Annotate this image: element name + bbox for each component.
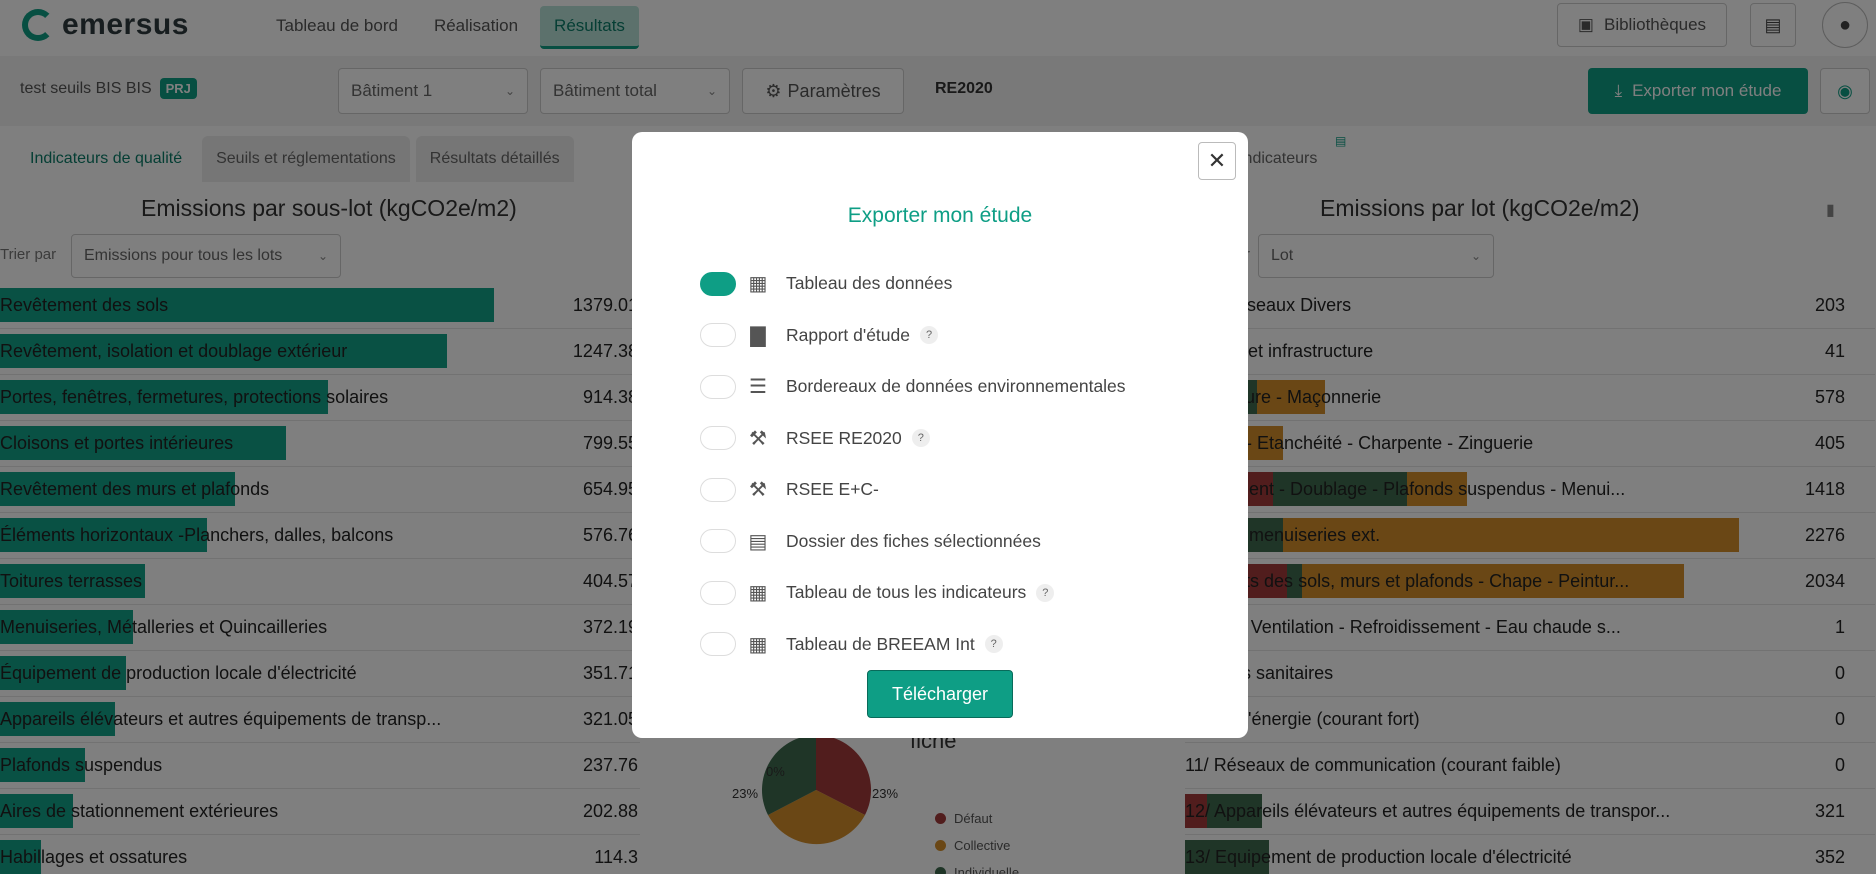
toggle-rsee-re2020[interactable]: [700, 426, 736, 451]
download-button[interactable]: Télécharger: [867, 670, 1013, 718]
option-label: Dossier des fiches sélectionnées: [786, 530, 1041, 551]
export-options: ▦ Tableau des données ▇ Rapport d'étude …: [700, 258, 1126, 670]
modal-title: Exporter mon étude: [847, 204, 1033, 227]
option-rsee-re2020: ⚒ RSEE RE2020 ?: [700, 413, 1126, 465]
grid-icon: ▦: [748, 582, 768, 605]
option-label: Bordereaux de données environnementales: [786, 376, 1126, 397]
option-rsee-ec: ⚒ RSEE E+C-: [700, 464, 1126, 516]
option-study-report: ▇ Rapport d'étude ?: [700, 310, 1126, 362]
folder-icon: ▤: [748, 530, 768, 553]
option-data-table: ▦ Tableau des données: [700, 258, 1126, 310]
list-icon: ☰: [749, 376, 767, 399]
gavel-icon: ⚒: [749, 427, 767, 450]
help-icon[interactable]: ?: [920, 326, 938, 345]
toggle-study-report[interactable]: [700, 323, 736, 348]
help-icon[interactable]: ?: [911, 429, 930, 448]
close-button[interactable]: ✕: [1198, 142, 1236, 180]
grid-icon: ▦: [748, 273, 768, 296]
option-label: Rapport d'étude: [786, 324, 910, 345]
option-label: Tableau de tous les indicateurs: [786, 582, 1027, 603]
gavel-icon: ⚒: [749, 479, 767, 502]
option-label: RSEE E+C-: [786, 479, 879, 500]
option-label: Tableau de BREEAM Int: [786, 633, 975, 654]
option-all-indicators: ▦ Tableau de tous les indicateurs ?: [700, 567, 1126, 619]
toggle-data-table[interactable]: [700, 271, 736, 296]
document-icon: ▇: [750, 324, 766, 347]
toggle-breeam[interactable]: [700, 632, 736, 657]
toggle-rsee-ec[interactable]: [700, 477, 736, 502]
help-icon[interactable]: ?: [984, 635, 1003, 654]
option-env-data-sheets: ☰ Bordereaux de données environnementale…: [700, 361, 1126, 413]
option-selected-sheets: ▤ Dossier des fiches sélectionnées: [700, 516, 1126, 568]
toggle-env-data-sheets[interactable]: [700, 374, 736, 399]
toggle-selected-sheets[interactable]: [700, 529, 736, 554]
option-breeam: ▦ Tableau de BREEAM Int ?: [700, 619, 1126, 671]
toggle-all-indicators[interactable]: [700, 580, 736, 605]
option-label: RSEE RE2020: [786, 427, 902, 448]
close-icon: ✕: [1207, 148, 1227, 173]
option-label: Tableau des données: [786, 273, 953, 294]
export-modal: ✕ Exporter mon étude ▦ Tableau des donné…: [632, 132, 1248, 738]
help-icon[interactable]: ?: [1036, 583, 1055, 602]
grid-icon: ▦: [748, 633, 768, 656]
